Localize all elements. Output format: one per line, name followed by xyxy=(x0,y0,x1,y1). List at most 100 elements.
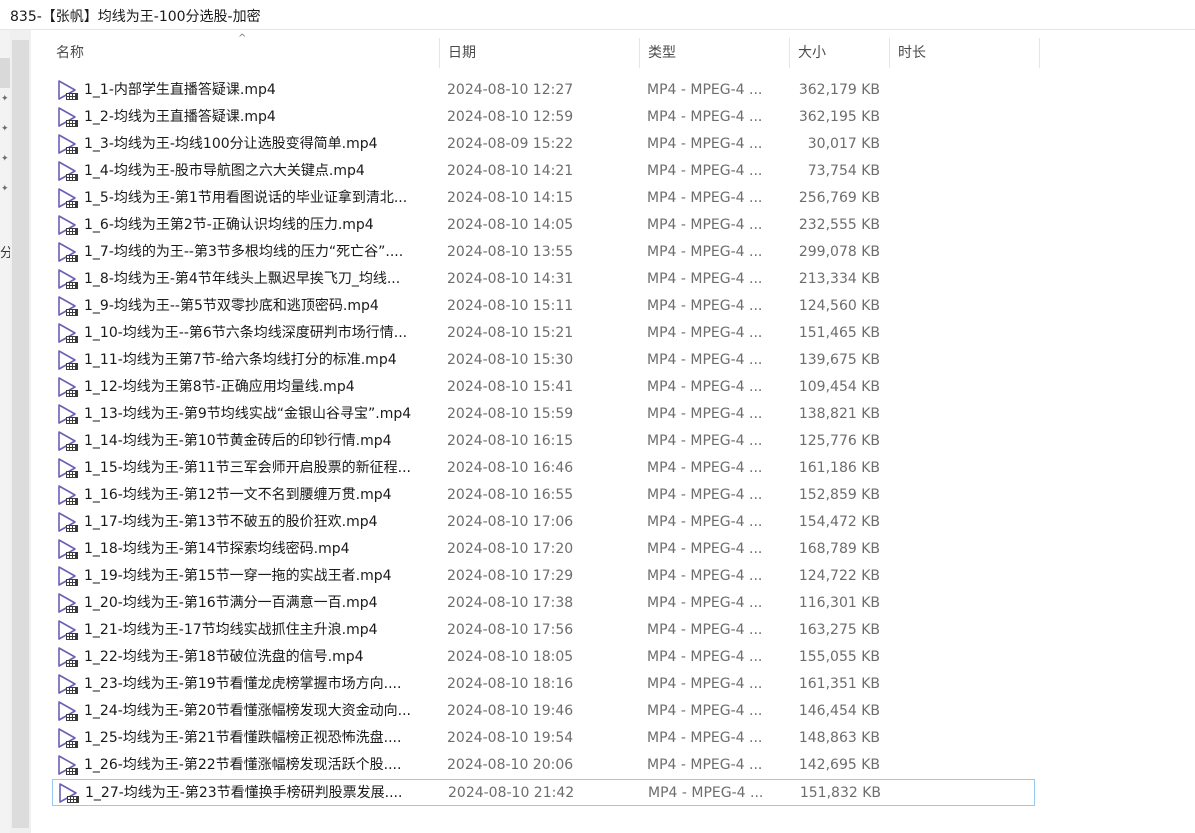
column-header-name[interactable]: 名称 xyxy=(48,38,440,68)
file-row[interactable]: 1_6-均线为王第2节-正确认识均线的压力.mp4 2024-08-10 14:0… xyxy=(52,212,1035,239)
navigation-scrollbar[interactable] xyxy=(10,30,31,833)
video-file-icon xyxy=(57,323,79,344)
file-type: MP4 - MPEG-4 ... xyxy=(647,379,763,395)
file-row[interactable]: 1_23-均线为王-第19节看懂龙虎榜掌握市场方向.... 2024-08-10 … xyxy=(52,671,1035,698)
column-header-duration[interactable]: 时长 xyxy=(890,38,1040,68)
file-size: 138,821 KB xyxy=(798,406,880,422)
file-size: 362,195 KB xyxy=(798,109,880,125)
pin-icon[interactable]: ✦ xyxy=(1,184,9,194)
file-type: MP4 - MPEG-4 ... xyxy=(647,136,763,152)
video-file-icon xyxy=(57,188,79,209)
file-name: 1_23-均线为王-第19节看懂龙虎榜掌握市场方向.... xyxy=(84,676,402,692)
pin-icon[interactable]: ✦ xyxy=(1,124,9,134)
file-type: MP4 - MPEG-4 ... xyxy=(647,487,763,503)
file-date: 2024-08-10 15:41 xyxy=(447,379,574,395)
file-row[interactable]: 1_18-均线为王-第14节探索均线密码.mp4 2024-08-10 17:20… xyxy=(52,536,1035,563)
file-size: 125,776 KB xyxy=(798,433,880,449)
file-date: 2024-08-10 14:31 xyxy=(447,271,574,287)
file-row[interactable]: 1_2-均线为王直播答疑课.mp4 2024-08-10 12:59 MP4 - M… xyxy=(52,104,1035,131)
file-row[interactable]: 1_16-均线为王-第12节一文不名到腰缠万贯.mp4 2024-08-10 16… xyxy=(52,482,1035,509)
file-date: 2024-08-10 15:59 xyxy=(447,406,574,422)
file-type: MP4 - MPEG-4 ... xyxy=(647,217,763,233)
file-date: 2024-08-10 18:05 xyxy=(447,649,574,665)
file-row[interactable]: 1_21-均线为王-17节均线实战抓住主升浪.mp4 2024-08-10 17:… xyxy=(52,617,1035,644)
file-name: 1_9-均线为王--第5节双零抄底和逃顶密码.mp4 xyxy=(84,298,379,314)
file-date: 2024-08-10 15:11 xyxy=(447,298,574,314)
file-type: MP4 - MPEG-4 ... xyxy=(647,703,763,719)
file-row[interactable]: 1_26-均线为王-第22节看懂涨幅榜发现活跃个股.... 2024-08-10 … xyxy=(52,752,1035,779)
video-file-icon xyxy=(57,593,79,614)
file-row[interactable]: 1_24-均线为王-第20节看懂涨幅榜发现大资金动向... 2024-08-10 … xyxy=(52,698,1035,725)
file-row[interactable]: 1_25-均线为王-第21节看懂跌幅榜正视恐怖洗盘.... 2024-08-10 … xyxy=(52,725,1035,752)
file-row[interactable]: 1_1-内部学生直播答疑课.mp4 2024-08-10 12:27 MP4 - M… xyxy=(52,77,1035,104)
window-title: 835-【张帆】均线为王-100分选股-加密 xyxy=(10,9,261,25)
file-date: 2024-08-09 15:22 xyxy=(447,136,574,152)
file-row[interactable]: 1_20-均线为王-第16节满分一百满意一百.mp4 2024-08-10 17:… xyxy=(52,590,1035,617)
file-name: 1_11-均线为王第7节-给六条均线打分的标准.mp4 xyxy=(84,352,397,368)
file-date: 2024-08-10 19:46 xyxy=(447,703,574,719)
file-size: 116,301 KB xyxy=(798,595,880,611)
video-file-icon xyxy=(57,674,79,695)
file-name: 1_20-均线为王-第16节满分一百满意一百.mp4 xyxy=(84,595,378,611)
file-type: MP4 - MPEG-4 ... xyxy=(647,109,763,125)
file-row[interactable]: 1_27-均线为王-第23节看懂换手榜研判股票发展.... 2024-08-10 … xyxy=(52,779,1035,806)
file-row[interactable]: 1_15-均线为王-第11节三军会师开启股票的新征程... 2024-08-10 … xyxy=(52,455,1035,482)
video-file-icon xyxy=(57,107,79,128)
file-row[interactable]: 1_17-均线为王-第13节不破五的股价狂欢.mp4 2024-08-10 17:… xyxy=(52,509,1035,536)
file-type: MP4 - MPEG-4 ... xyxy=(647,541,763,557)
file-type: MP4 - MPEG-4 ... xyxy=(647,757,763,773)
file-name: 1_22-均线为王-第18节破位洗盘的信号.mp4 xyxy=(84,649,364,665)
column-header-type[interactable]: 类型 xyxy=(640,38,790,68)
file-type: MP4 - MPEG-4 ... xyxy=(648,785,764,801)
file-size: 232,555 KB xyxy=(798,217,880,233)
file-type: MP4 - MPEG-4 ... xyxy=(647,433,763,449)
file-size: 148,863 KB xyxy=(798,730,880,746)
file-size: 73,754 KB xyxy=(807,163,880,179)
file-name: 1_1-内部学生直播答疑课.mp4 xyxy=(84,82,276,98)
file-row[interactable]: 1_11-均线为王第7节-给六条均线打分的标准.mp4 2024-08-10 15… xyxy=(52,347,1035,374)
file-type: MP4 - MPEG-4 ... xyxy=(647,163,763,179)
file-name: 1_26-均线为王-第22节看懂涨幅榜发现活跃个股.... xyxy=(84,757,402,773)
file-row[interactable]: 1_8-均线为王-第4节年线头上飘迟早挨飞刀_均线... 2024-08-10 1… xyxy=(52,266,1035,293)
file-type: MP4 - MPEG-4 ... xyxy=(647,406,763,422)
file-row[interactable]: 1_3-均线为王-均线100分让选股变得简单.mp4 2024-08-09 15:… xyxy=(52,131,1035,158)
file-type: MP4 - MPEG-4 ... xyxy=(647,325,763,341)
nav-selected-item[interactable] xyxy=(0,58,10,88)
pin-icon[interactable]: ✦ xyxy=(1,154,9,164)
video-file-icon xyxy=(57,566,79,587)
file-type: MP4 - MPEG-4 ... xyxy=(647,622,763,638)
pin-icon[interactable]: ✦ xyxy=(1,94,9,104)
scrollbar-thumb[interactable] xyxy=(12,40,29,828)
file-type: MP4 - MPEG-4 ... xyxy=(647,730,763,746)
file-size: 152,859 KB xyxy=(798,487,880,503)
video-file-icon xyxy=(57,80,79,101)
file-date: 2024-08-10 14:15 xyxy=(447,190,574,206)
column-header-size[interactable]: 大小 xyxy=(790,38,890,68)
file-name: 1_27-均线为王-第23节看懂换手榜研判股票发展.... xyxy=(85,785,403,801)
file-row[interactable]: 1_4-均线为王-股市导航图之六大关键点.mp4 2024-08-10 14:21… xyxy=(52,158,1035,185)
video-file-icon xyxy=(57,215,79,236)
file-name: 1_5-均线为王-第1节用看图说话的毕业证拿到清北... xyxy=(84,190,408,206)
file-row[interactable]: 1_14-均线为王-第10节黄金砖后的印钞行情.mp4 2024-08-10 16… xyxy=(52,428,1035,455)
video-file-icon xyxy=(57,242,79,263)
file-name: 1_4-均线为王-股市导航图之六大关键点.mp4 xyxy=(84,163,365,179)
file-date: 2024-08-10 13:55 xyxy=(447,244,574,260)
file-row[interactable]: 1_5-均线为王-第1节用看图说话的毕业证拿到清北... 2024-08-10 1… xyxy=(52,185,1035,212)
video-file-icon xyxy=(57,161,79,182)
column-header-date[interactable]: 日期 xyxy=(440,38,640,68)
file-size: 30,017 KB xyxy=(807,136,880,152)
file-row[interactable]: 1_13-均线为王-第9节均线实战“金银山谷寻宝”.mp4 2024-08-10 … xyxy=(52,401,1035,428)
file-row[interactable]: 1_7-均线的为王--第3节多根均线的压力“死亡谷”.... 2024-08-10… xyxy=(52,239,1035,266)
file-row[interactable]: 1_12-均线为王第8节-正确应用均量线.mp4 2024-08-10 15:41… xyxy=(52,374,1035,401)
file-type: MP4 - MPEG-4 ... xyxy=(647,568,763,584)
file-size: 151,465 KB xyxy=(798,325,880,341)
file-row[interactable]: 1_19-均线为王-第15节一穿一拖的实战王者.mp4 2024-08-10 17… xyxy=(52,563,1035,590)
file-row[interactable]: 1_10-均线为王--第6节六条均线深度研判市场行情... 2024-08-10 … xyxy=(52,320,1035,347)
video-file-icon xyxy=(57,647,79,668)
video-file-icon xyxy=(57,539,79,560)
video-file-icon xyxy=(57,458,79,479)
file-row[interactable]: 1_22-均线为王-第18节破位洗盘的信号.mp4 2024-08-10 18:0… xyxy=(52,644,1035,671)
file-row[interactable]: 1_9-均线为王--第5节双零抄底和逃顶密码.mp4 2024-08-10 15:… xyxy=(52,293,1035,320)
file-date: 2024-08-10 16:46 xyxy=(447,460,574,476)
video-file-icon xyxy=(57,701,79,722)
